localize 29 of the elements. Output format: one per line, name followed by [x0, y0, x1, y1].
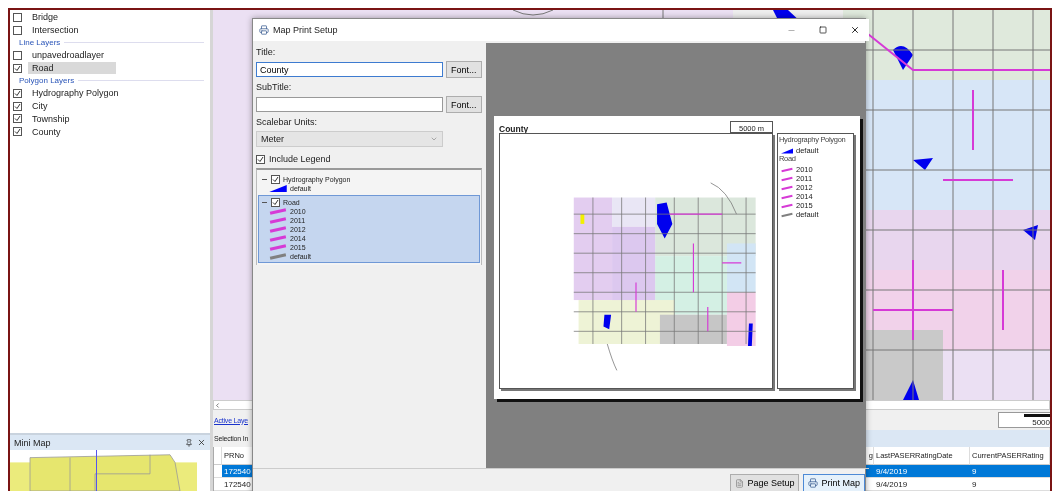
- page-icon: [735, 478, 745, 488]
- panel-title: Mini Map: [14, 437, 51, 448]
- pin-icon[interactable]: [185, 438, 193, 447]
- checkbox[interactable]: [13, 12, 22, 22]
- layer-item[interactable]: County: [28, 125, 65, 138]
- scale-label: 5000: [1032, 418, 1050, 427]
- layer-item[interactable]: Bridge: [28, 11, 62, 24]
- layer-item[interactable]: Township: [28, 112, 74, 125]
- layer-item[interactable]: Intersection: [28, 24, 83, 37]
- layer-item[interactable]: unpavedroadlayer: [28, 49, 109, 62]
- close-icon[interactable]: [197, 438, 206, 447]
- page-setup-button[interactable]: Page Setup: [730, 473, 800, 491]
- layer-item[interactable]: Hydrography Polygon: [28, 87, 123, 100]
- checkbox[interactable]: [13, 50, 22, 60]
- layer-group-heading: Polygon Layers: [19, 76, 75, 86]
- checkbox[interactable]: [13, 63, 22, 73]
- layer-item[interactable]: City: [28, 100, 52, 113]
- checkbox[interactable]: [13, 25, 22, 35]
- checkbox[interactable]: [13, 127, 22, 137]
- layer-item[interactable]: Road: [28, 62, 116, 75]
- checkbox[interactable]: [13, 114, 22, 124]
- printer-icon: [808, 478, 819, 488]
- print-map-button[interactable]: Print Map: [803, 473, 865, 491]
- checkbox[interactable]: [13, 101, 22, 111]
- layer-group-heading: Line Layers: [19, 38, 61, 48]
- checkbox[interactable]: [13, 88, 22, 98]
- table-cell[interactable]: 9: [970, 465, 1050, 478]
- table-cell[interactable]: 9/4/2019: [874, 465, 970, 478]
- scroll-left-icon[interactable]: [214, 401, 221, 409]
